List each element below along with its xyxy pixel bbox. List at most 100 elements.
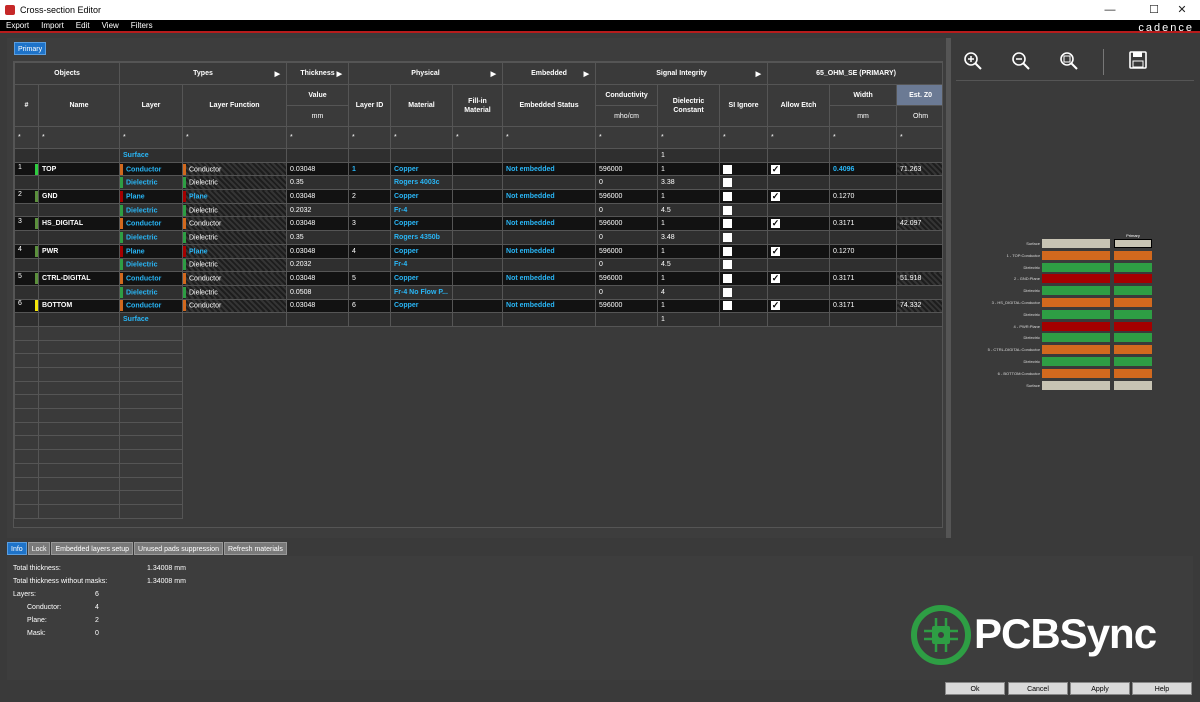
cell-dielectric-constant[interactable]: 1 [657,271,721,286]
stackup-layer-cond[interactable] [1042,345,1110,355]
stackup-layer-diel[interactable] [1114,357,1152,366]
stackup-layer-diel[interactable] [1042,286,1110,296]
group-physical[interactable]: Physical ▶ [347,62,504,85]
stackup-layer-diel[interactable] [1042,357,1110,366]
filter-cell[interactable]: * [182,126,287,149]
cell-embedded-status[interactable] [502,148,597,163]
cell-allow-etch[interactable] [767,257,831,273]
cell-allow-etch[interactable]: ✓ [767,243,831,259]
cell-si-ignore[interactable] [719,243,769,259]
cell-thickness[interactable]: 0.35 [286,175,349,191]
table-row[interactable]: 4 PWR Plane Plane 0.03048 4 Copper Not embedded… [14,243,942,259]
col-si-ignore[interactable]: SI Ignore [719,84,769,127]
group-signal-integrity[interactable]: Signal Integrity ▶ [595,62,769,85]
cell-fill-in-material[interactable] [451,148,504,163]
col-conductivity[interactable]: Conductivity [595,84,659,106]
cell-conductivity[interactable]: 596000 [595,161,659,177]
cell-allow-etch[interactable] [767,284,831,300]
stackup-layer-cond[interactable] [1042,250,1110,260]
table-row[interactable]: 3 HS_DIGITAL Conductor Conductor 0.03048 3 Cop… [14,216,942,232]
checkbox[interactable] [723,219,733,229]
cell-layer-function[interactable]: Conductor [182,298,287,314]
col-dielectric-constant[interactable]: Dielectric Constant [657,84,721,127]
cell-thickness[interactable]: 0.03048 [286,216,349,232]
cell-allow-etch[interactable] [767,148,831,163]
cell-thickness[interactable]: 0.03048 [286,189,349,204]
help-button[interactable]: Help [1132,682,1192,695]
group-65-ohm-se[interactable]: 65_OHM_SE (PRIMARY) [767,62,942,85]
cell-material[interactable]: Rogers 4350b [390,230,453,245]
stackup-layer-diel[interactable] [1114,286,1152,296]
cell-layer-function[interactable]: Dielectric [182,175,287,191]
group-objects[interactable]: Objects [14,62,120,85]
cell-embedded-status[interactable] [502,257,597,273]
checkbox[interactable] [723,260,733,270]
vertical-splitter[interactable] [946,38,951,538]
cell-si-ignore[interactable] [719,216,769,232]
cell-allow-etch[interactable] [767,230,831,245]
cell-material[interactable]: Copper [390,271,453,286]
cell-thickness[interactable]: 0.2032 [286,202,349,218]
cell-layer-function[interactable] [182,312,287,327]
checkbox[interactable] [723,287,733,297]
cell-material[interactable]: Copper [390,161,453,177]
cell-dielectric-constant[interactable]: 1 [657,189,721,204]
cell-conductivity[interactable]: 0 [595,257,659,273]
cell-layer[interactable]: Dielectric [119,284,183,300]
cell-layer[interactable]: Dielectric [119,230,183,245]
cell-si-ignore[interactable] [719,161,769,177]
cell-layer[interactable]: Dielectric [119,257,183,273]
cell-thickness[interactable]: 0.35 [286,230,349,245]
cell-allow-etch[interactable] [767,312,831,327]
cell-thickness[interactable]: 0.03048 [286,271,349,286]
checkbox-checked[interactable]: ✓ [771,301,781,311]
cell-layer[interactable]: Surface [119,148,183,163]
cell-dielectric-constant[interactable]: 1 [657,216,721,232]
stackup-layer-plane[interactable] [1114,321,1152,331]
tab-embedded-layers-setup[interactable]: Embedded layers setup [51,542,134,555]
col-layer-function[interactable]: Layer Function [182,84,287,127]
expand-arrow-icon[interactable]: ▶ [337,70,342,78]
cell-material[interactable]: Copper [390,298,453,314]
cell-layer[interactable]: Plane [119,243,183,259]
cell-material[interactable]: Fr-4 No Flow P... [390,284,453,300]
cell-dielectric-constant[interactable]: 4 [657,284,721,300]
cell-thickness[interactable]: 0.03048 [286,298,349,314]
cell-conductivity[interactable]: 596000 [595,189,659,204]
cell-dielectric-constant[interactable]: 4.5 [657,257,721,273]
menu-edit[interactable]: Edit [70,20,96,32]
cell-layer[interactable]: Surface [119,312,183,327]
cell-layer[interactable]: Dielectric [119,202,183,218]
cell-name[interactable] [38,175,120,191]
cell-si-ignore[interactable] [719,284,769,300]
checkbox[interactable] [723,232,733,242]
cell-name[interactable]: HS_DIGITAL [38,216,120,232]
stackup-layer-cond[interactable] [1114,250,1152,260]
cell-material[interactable]: Copper [390,216,453,232]
stackup-layer-diel[interactable] [1114,262,1152,272]
group-embedded[interactable]: Embedded ▶ [502,62,597,85]
col-layer-id[interactable]: Layer ID [348,84,391,127]
cell-fill-in-material[interactable] [451,175,504,191]
cell-dielectric-constant[interactable]: 4.5 [657,202,721,218]
cell-layer-function[interactable]: Plane [182,189,287,204]
stackup-layer-surf[interactable] [1114,380,1152,390]
cell-dielectric-constant[interactable]: 1 [657,312,721,327]
cell-fill-in-material[interactable] [451,202,504,218]
cell-embedded-status[interactable]: Not embedded [502,298,597,314]
cell-layer[interactable]: Conductor [119,216,183,232]
cell-width[interactable] [829,202,898,218]
stackup-layer-cond[interactable] [1114,368,1152,378]
cell-si-ignore[interactable] [719,312,769,327]
cell-material[interactable] [390,312,453,327]
cell-width[interactable] [829,257,898,273]
table-row[interactable]: Dielectric Dielectric 0.35 Rogers 4003c 0 3.3… [14,175,942,191]
cell-embedded-status[interactable] [502,202,597,218]
stackup-layer-cond[interactable] [1114,298,1152,307]
table-row[interactable]: 5 CTRL-DIGITAL Conductor Conductor 0.03048 5 C… [14,271,942,286]
cell-layer-function[interactable]: Dielectric [182,284,287,300]
ok-button[interactable]: Ok [945,682,1005,695]
filter-cell[interactable]: * [595,126,659,149]
cell-dielectric-constant[interactable]: 3.38 [657,175,721,191]
stackup-layer-cond[interactable] [1042,368,1110,378]
